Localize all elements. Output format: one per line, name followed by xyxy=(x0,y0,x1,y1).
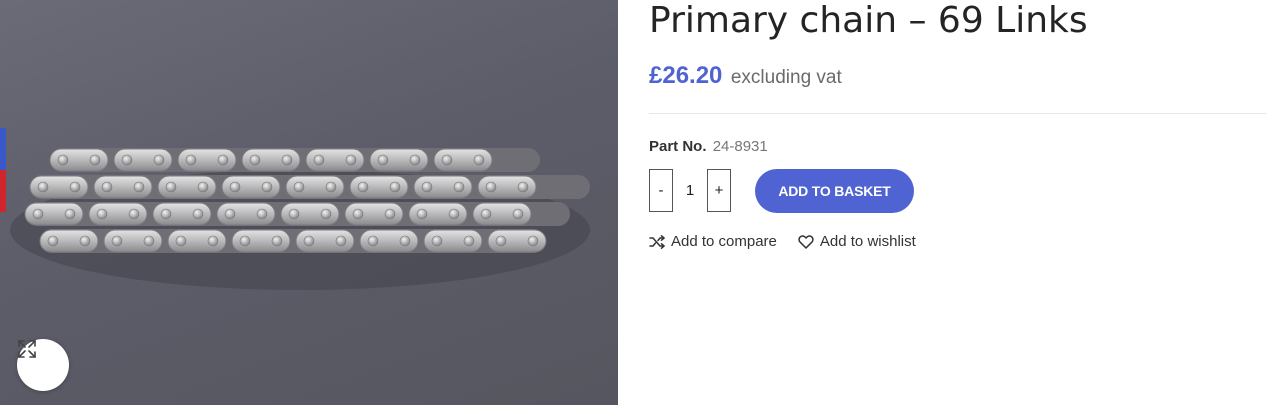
part-number-value: 24-8931 xyxy=(712,138,768,155)
edge-tab-blue xyxy=(0,128,6,170)
add-to-compare-link[interactable]: Add to compare xyxy=(649,233,777,250)
product-actions: Add to compare Add to wishlist xyxy=(649,233,916,250)
product-title: Primary chain – 69 Links xyxy=(649,0,1088,41)
add-to-basket-button[interactable]: ADD TO BASKET xyxy=(755,169,914,213)
chain-photo xyxy=(10,148,590,290)
quantity-plus-button[interactable]: + xyxy=(707,169,731,212)
expand-icon xyxy=(18,340,36,358)
quantity-input[interactable] xyxy=(673,169,707,212)
part-number-label: Part No. xyxy=(649,138,707,155)
zoom-button[interactable] xyxy=(17,339,69,391)
product-price: £26.20 xyxy=(649,62,723,89)
quantity-stepper: - + xyxy=(649,168,731,213)
add-to-wishlist-link[interactable]: Add to wishlist xyxy=(798,233,916,250)
edge-tab-red xyxy=(0,170,6,212)
product-page: Primary chain – 69 Links £26.20 excludin… xyxy=(0,0,1280,405)
part-number: Part No. 24-8931 xyxy=(649,138,768,155)
heart-icon xyxy=(798,234,814,249)
add-to-wishlist-label: Add to wishlist xyxy=(819,233,916,250)
quantity-minus-button[interactable]: - xyxy=(649,169,673,212)
price-row: £26.20 excluding vat xyxy=(649,62,842,90)
product-image[interactable] xyxy=(0,0,618,405)
price-suffix: excluding vat xyxy=(730,67,842,88)
divider xyxy=(649,113,1266,114)
add-to-compare-label: Add to compare xyxy=(671,233,777,250)
shuffle-icon xyxy=(649,234,665,249)
